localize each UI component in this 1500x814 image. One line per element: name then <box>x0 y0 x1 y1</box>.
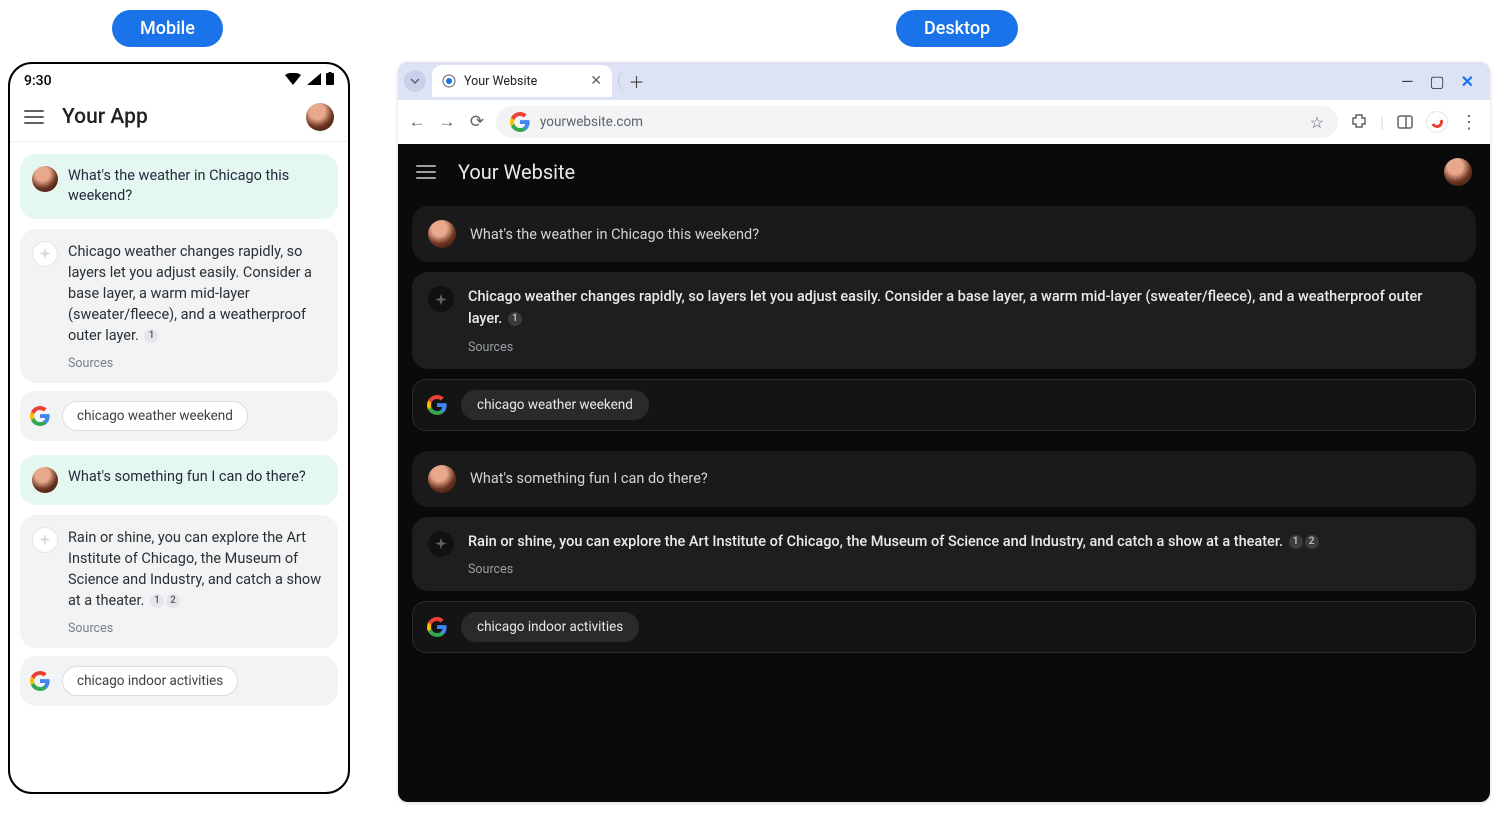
message-text: What's something fun I can do there? <box>68 467 306 493</box>
site-profile-avatar[interactable] <box>1444 158 1472 186</box>
google-icon <box>30 671 50 691</box>
site-header: Your Website <box>398 144 1490 200</box>
site-title: Your Website <box>458 160 575 184</box>
maximize-button[interactable]: ▢ <box>1429 72 1444 91</box>
google-icon <box>30 406 50 426</box>
citation-badge[interactable]: 2 <box>1305 535 1319 549</box>
suggestion-row: chicago weather weekend <box>412 379 1476 431</box>
message-text: Rain or shine, you can explore the Art I… <box>468 531 1319 553</box>
citation-badge[interactable]: 1 <box>150 594 164 608</box>
sources-link[interactable]: Sources <box>68 621 326 636</box>
wifi-icon <box>285 73 301 85</box>
mobile-label: Mobile <box>112 10 223 47</box>
sources-link[interactable]: Sources <box>68 356 326 371</box>
mobile-topbar: Your App <box>10 93 348 142</box>
user-avatar <box>428 465 456 493</box>
window-controls: — ▢ ✕ <box>1401 72 1484 91</box>
sources-link[interactable]: Sources <box>468 562 1319 577</box>
ai-message: Rain or shine, you can explore the Art I… <box>20 515 338 648</box>
back-button[interactable]: ← <box>406 112 428 132</box>
profile-button[interactable] <box>1426 111 1448 133</box>
status-bar: 9:30 <box>10 64 348 93</box>
desktop-label: Desktop <box>896 10 1018 47</box>
user-message: What's something fun I can do there? <box>412 451 1476 507</box>
citation-badge[interactable]: 1 <box>508 312 522 326</box>
message-text: What's the weather in Chicago this weeke… <box>470 226 759 243</box>
tab-title: Your Website <box>464 74 537 89</box>
ai-avatar <box>428 531 454 557</box>
status-icons <box>283 72 334 89</box>
google-icon <box>427 617 447 637</box>
ai-avatar <box>32 241 58 267</box>
user-avatar <box>428 220 456 248</box>
address-bar[interactable]: yourwebsite.com ☆ <box>496 106 1338 138</box>
extensions-icon[interactable] <box>1350 113 1368 131</box>
sparkle-icon <box>433 292 449 307</box>
desktop-frame: Your Website ✕ ＋ — ▢ ✕ ← → ⟳ yourwebsite… <box>398 62 1490 802</box>
citation-badge[interactable]: 1 <box>1289 535 1303 549</box>
user-avatar <box>32 467 58 493</box>
user-avatar <box>32 166 58 192</box>
close-window-button[interactable]: ✕ <box>1461 72 1474 91</box>
google-icon <box>427 395 447 415</box>
forward-button[interactable]: → <box>436 112 458 132</box>
sparkle-icon <box>433 536 449 551</box>
citation-badge[interactable]: 2 <box>166 594 180 608</box>
ai-avatar <box>428 286 454 312</box>
battery-icon <box>326 72 334 85</box>
search-suggestion-chip[interactable]: chicago indoor activities <box>62 666 238 696</box>
message-text: What's something fun I can do there? <box>470 470 708 487</box>
status-time: 9:30 <box>24 73 52 89</box>
ai-message: Chicago weather changes rapidly, so laye… <box>20 229 338 383</box>
new-tab-button[interactable]: ＋ <box>618 68 644 94</box>
profile-avatar[interactable] <box>306 103 334 131</box>
search-suggestion-chip[interactable]: chicago weather weekend <box>62 401 248 431</box>
suggestion-row: chicago indoor activities <box>412 601 1476 653</box>
browser-tab[interactable]: Your Website ✕ <box>432 65 612 97</box>
menu-icon[interactable] <box>24 110 44 124</box>
site-favicon <box>442 74 456 88</box>
ai-message: Chicago weather changes rapidly, so laye… <box>412 272 1476 369</box>
minimize-button[interactable]: — <box>1401 72 1414 91</box>
message-text: What's the weather in Chicago this weeke… <box>68 166 326 207</box>
suggestion-row: chicago indoor activities <box>20 656 338 706</box>
browser-toolbar: ← → ⟳ yourwebsite.com ☆ | ⋮ <box>398 100 1490 144</box>
ai-avatar <box>32 527 58 553</box>
message-text: Chicago weather changes rapidly, so laye… <box>68 241 326 346</box>
signal-icon <box>307 73 321 85</box>
mobile-frame: 9:30 Your App What's the weather in Chic… <box>8 62 350 794</box>
citation-badge[interactable]: 1 <box>144 329 158 343</box>
close-tab-button[interactable]: ✕ <box>590 73 602 89</box>
url-text: yourwebsite.com <box>540 114 643 130</box>
search-suggestion-chip[interactable]: chicago weather weekend <box>461 390 649 420</box>
sidepanel-icon[interactable] <box>1396 113 1414 131</box>
sparkle-icon <box>37 532 53 547</box>
search-suggestion-chip[interactable]: chicago indoor activities <box>461 612 639 642</box>
tab-search-button[interactable] <box>404 70 426 92</box>
sources-link[interactable]: Sources <box>468 340 1460 355</box>
app-title: Your App <box>62 105 306 129</box>
suggestion-row: chicago weather weekend <box>20 391 338 441</box>
ai-message: Rain or shine, you can explore the Art I… <box>412 517 1476 592</box>
chevron-down-icon <box>410 76 420 86</box>
bookmark-icon[interactable]: ☆ <box>1310 113 1324 132</box>
divider: | <box>1380 113 1384 132</box>
user-message: What's something fun I can do there? <box>20 455 338 505</box>
user-message: What's the weather in Chicago this weeke… <box>20 154 338 219</box>
browser-tabstrip: Your Website ✕ ＋ — ▢ ✕ <box>398 62 1490 100</box>
google-icon <box>510 112 530 132</box>
message-text: Chicago weather changes rapidly, so laye… <box>468 286 1460 330</box>
overflow-menu-button[interactable]: ⋮ <box>1460 112 1478 133</box>
reload-button[interactable]: ⟳ <box>466 112 488 132</box>
message-text: Rain or shine, you can explore the Art I… <box>68 527 326 611</box>
toolbar-actions: | ⋮ <box>1346 111 1482 133</box>
site-menu-icon[interactable] <box>416 165 436 179</box>
user-message: What's the weather in Chicago this weeke… <box>412 206 1476 262</box>
page-content: Your Website What's the weather in Chica… <box>398 144 1490 802</box>
sparkle-icon <box>37 246 53 261</box>
